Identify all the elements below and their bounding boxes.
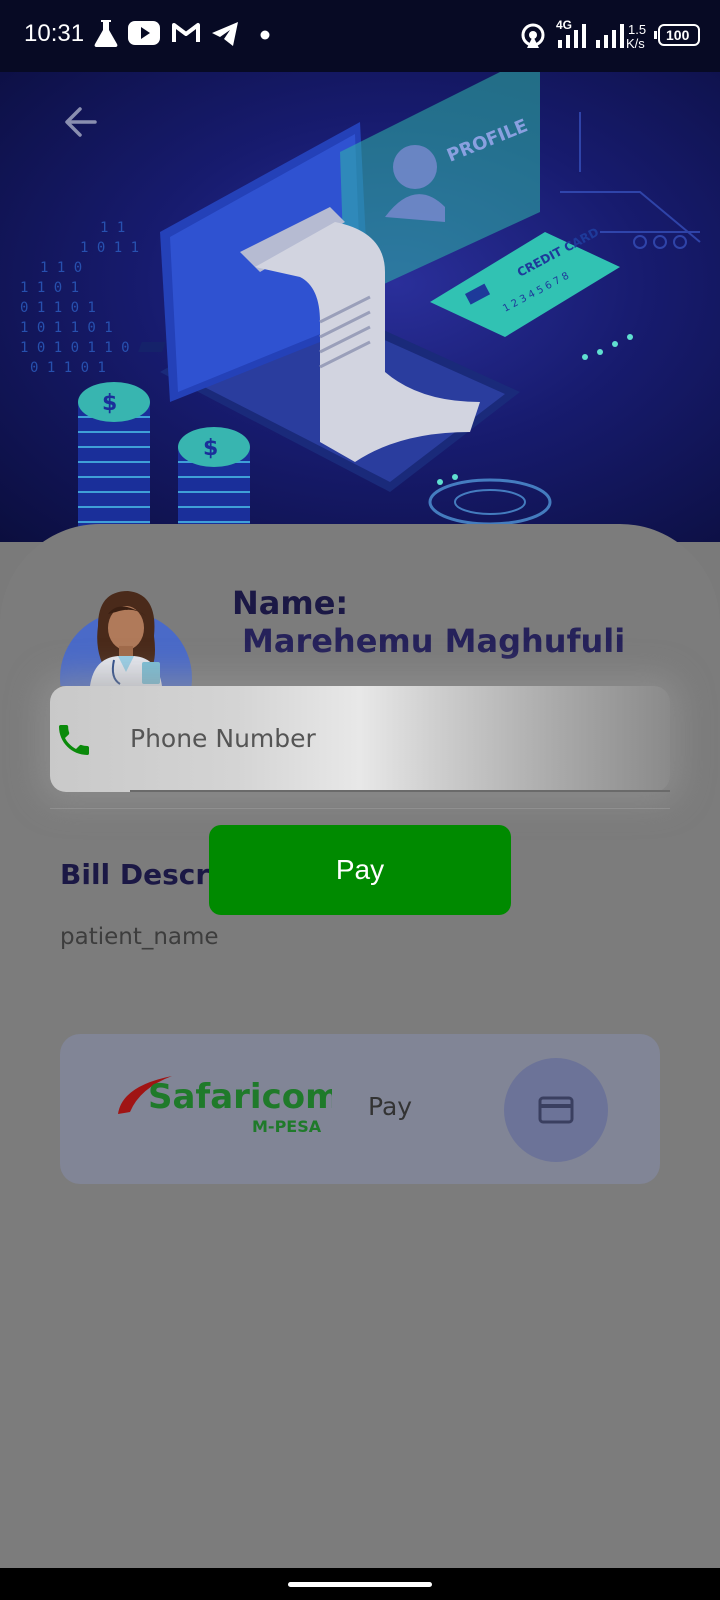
pay-button[interactable]: Pay: [209, 825, 511, 915]
hotspot-icon: [521, 23, 545, 48]
navigation-bar: [0, 1568, 720, 1600]
mpesa-brand: M-PESA: [252, 1117, 322, 1136]
svg-text:$: $: [203, 436, 218, 461]
dot-icon: [260, 30, 270, 40]
speed-unit: K/s: [626, 36, 645, 51]
back-arrow-icon[interactable]: [62, 104, 98, 140]
speed-value: 1.5: [628, 22, 647, 37]
divider: [50, 808, 670, 809]
svg-text:1 1: 1 1: [100, 220, 125, 236]
bill-description-value: patient_name: [60, 924, 219, 950]
status-bar: 10:31 4G 1.5 K/s 100: [0, 0, 720, 72]
status-time: 10:31: [24, 20, 85, 47]
phone-number-input[interactable]: Phone Number: [130, 724, 316, 753]
phone-icon: [59, 725, 89, 755]
safaricom-brand: Safaricom: [148, 1077, 332, 1117]
svg-text:1 1 0 1: 1 1 0 1: [20, 280, 79, 296]
patient-name-value: Marehemu Maghufuli: [242, 622, 626, 660]
svg-text:0 1 1 0 1: 0 1 1 0 1: [30, 360, 106, 376]
svg-text:1 0 1 1 0 1: 1 0 1 1 0 1: [20, 320, 113, 336]
bill-description-title: Bill Description: [60, 858, 210, 891]
telegram-icon: [212, 22, 238, 46]
svg-text:0 1 1 0 1: 0 1 1 0 1: [20, 300, 96, 316]
svg-text:1 0 1 0 1 1 0: 1 0 1 0 1 1 0: [20, 340, 130, 356]
hero-illustration: 1 1 0 1 0 1 1 0 1 1 0 1 1 0 1 1 1 0 1 0 1 1…: [0, 72, 720, 542]
mpesa-payment-card[interactable]: Safaricom M-PESA Pay: [60, 1034, 660, 1184]
payment-illustration: 1 1 0 1 0 1 1 0 1 1 0 1 1 0 1 1 1 0 1 0 1 1…: [20, 72, 701, 542]
svg-text:1 1 0: 1 1 0: [40, 260, 82, 276]
gmail-icon: [172, 23, 200, 42]
card-payment-button[interactable]: [504, 1058, 608, 1162]
signal-icon-2: [596, 24, 624, 48]
name-label: Name:: [232, 584, 349, 622]
safaricom-logo: Safaricom M-PESA: [118, 1076, 332, 1136]
mpesa-pay-label: Pay: [368, 1092, 413, 1121]
battery-level: 100: [666, 27, 690, 43]
flask-icon: [94, 20, 118, 47]
credit-card-icon: [538, 1096, 574, 1124]
svg-text:1 0 1 1: 1 0 1 1: [80, 240, 139, 256]
youtube-icon: [128, 21, 160, 45]
home-indicator[interactable]: [288, 1582, 432, 1587]
doctor-avatar: [58, 586, 194, 686]
phone-number-dialog[interactable]: Phone Number: [50, 686, 670, 792]
signal-icon: [558, 24, 586, 48]
svg-text:$: $: [102, 391, 117, 416]
phone-input-underline: [130, 790, 670, 792]
